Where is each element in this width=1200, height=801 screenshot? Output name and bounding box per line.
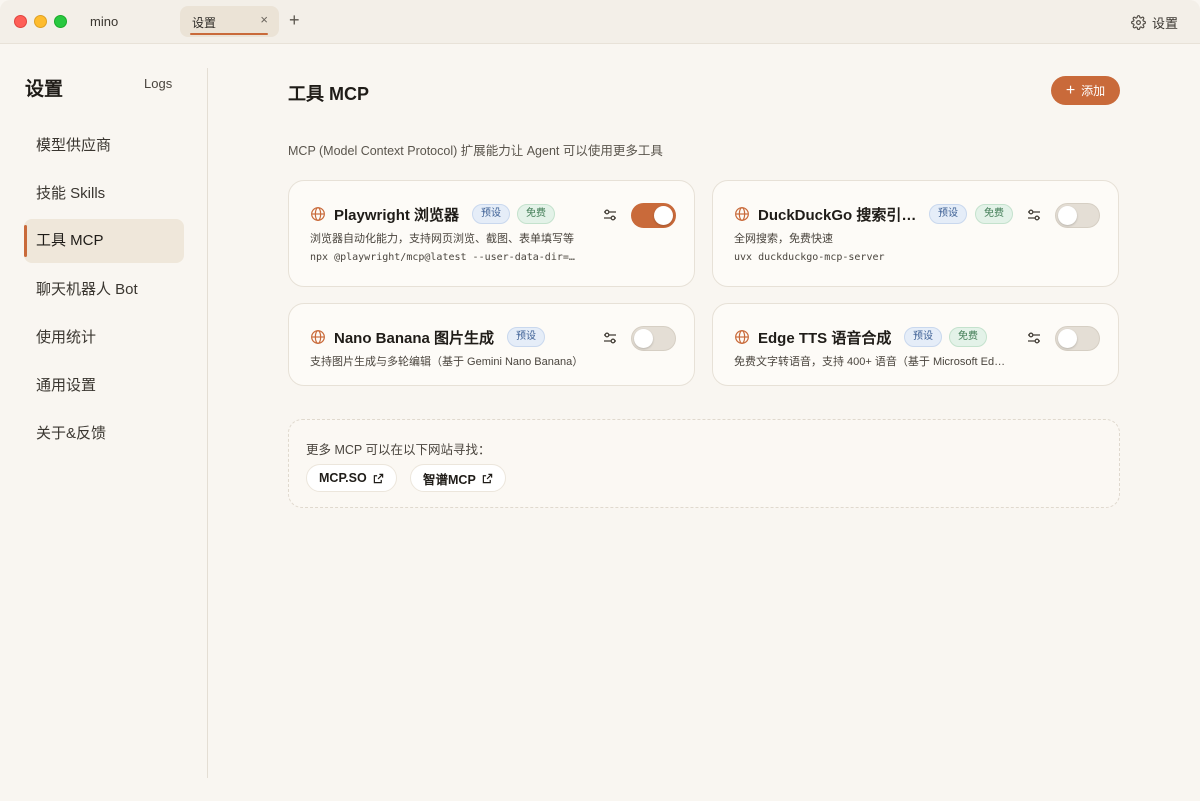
- globe-icon: [311, 330, 325, 344]
- mcp-card-edge-tts[interactable]: Edge TTS 语音合成 预设 免费 免费文字转语音，支持 400+ 语音（基…: [712, 303, 1119, 386]
- sliders-icon[interactable]: [602, 207, 618, 223]
- sidebar-item-skills[interactable]: 技能 Skills: [24, 172, 184, 216]
- tab-label: 设置: [192, 16, 217, 30]
- more-mcp-section: 更多 MCP 可以在以下网站寻找： MCP.SO 智谱MCP: [288, 419, 1120, 508]
- free-badge: 免费: [517, 204, 555, 224]
- sidebar-item-about-feedback[interactable]: 关于&反馈: [24, 412, 184, 456]
- enable-toggle[interactable]: [1055, 326, 1100, 351]
- toggle-knob: [1058, 329, 1077, 348]
- mcp-so-link[interactable]: MCP.SO: [306, 464, 397, 492]
- top-settings-label: 设置: [1151, 16, 1178, 31]
- preset-badge: 预设: [904, 327, 942, 347]
- card-description: 支持图片生成与多轮编辑（基于 Gemini Nano Banana）: [310, 356, 584, 368]
- preset-badge: 预设: [472, 204, 510, 224]
- preset-badge: 预设: [507, 327, 545, 347]
- card-description: 全网搜索，免费快速: [734, 233, 833, 245]
- sidebar: 设置 Logs 模型供应商 技能 Skills 工具 MCP 聊天机器人 Bot…: [0, 44, 208, 801]
- app-window: mino 设置 × + 设置 设置 Logs 模型供应商 技能 Skills 工…: [0, 0, 1200, 801]
- toggle-knob: [654, 206, 673, 225]
- sliders-icon[interactable]: [602, 330, 618, 346]
- link-label: 智谱MCP: [423, 472, 476, 487]
- minimize-window-button[interactable]: [34, 15, 47, 28]
- sidebar-item-model-providers[interactable]: 模型供应商: [24, 124, 184, 168]
- enable-toggle[interactable]: [631, 326, 676, 351]
- sidebar-item-usage-stats[interactable]: 使用统计: [24, 316, 184, 360]
- plus-icon: +: [1065, 81, 1076, 99]
- external-link-icon: [373, 473, 383, 483]
- card-command: npx @playwright/mcp@latest --user-data-d…: [310, 252, 575, 263]
- new-tab-button[interactable]: +: [289, 10, 300, 30]
- toggle-knob: [634, 329, 653, 348]
- preset-badge: 预设: [929, 204, 967, 224]
- sliders-icon[interactable]: [1026, 207, 1042, 223]
- mcp-card-playwright[interactable]: Playwright 浏览器 预设 免费 浏览器自动化能力，支持网页浏览、截图、…: [288, 180, 695, 287]
- sliders-icon[interactable]: [1026, 330, 1042, 346]
- more-mcp-label: 更多 MCP 可以在以下网站寻找：: [306, 443, 491, 457]
- external-link-icon: [482, 473, 493, 483]
- sidebar-item-chatbot[interactable]: 聊天机器人 Bot: [24, 268, 184, 312]
- globe-icon: [735, 330, 749, 344]
- card-title: Edge TTS 语音合成: [758, 330, 892, 347]
- tab-close-icon[interactable]: ×: [260, 12, 268, 27]
- sidebar-item-mcp-tools[interactable]: 工具 MCP: [24, 219, 184, 263]
- card-command: uvx duckduckgo-mcp-server: [734, 252, 885, 263]
- mcp-card-nano-banana[interactable]: Nano Banana 图片生成 预设 支持图片生成与多轮编辑（基于 Gemin…: [288, 303, 695, 386]
- close-window-button[interactable]: [14, 15, 27, 28]
- gear-icon: [1131, 15, 1146, 30]
- card-title: DuckDuckGo 搜索引…: [758, 207, 917, 224]
- app-name: mino: [90, 14, 119, 29]
- sidebar-item-general-settings[interactable]: 通用设置: [24, 364, 184, 408]
- maximize-window-button[interactable]: [54, 15, 67, 28]
- tab-settings[interactable]: 设置 ×: [180, 6, 279, 37]
- toggle-knob: [1058, 206, 1077, 225]
- logs-link[interactable]: Logs: [144, 76, 172, 91]
- page-title: 工具 MCP: [288, 84, 369, 104]
- sidebar-title: 设置: [25, 79, 64, 100]
- globe-icon: [735, 207, 749, 221]
- tab-active-indicator: [190, 33, 268, 35]
- card-title: Nano Banana 图片生成: [334, 330, 495, 347]
- mcp-card-duckduckgo[interactable]: DuckDuckGo 搜索引… 预设 免费 全网搜索，免费快速 uvx duck…: [712, 180, 1119, 287]
- title-bar: mino 设置 × + 设置: [0, 0, 1200, 44]
- enable-toggle[interactable]: [631, 203, 676, 228]
- sidebar-divider: [207, 68, 208, 778]
- globe-icon: [311, 207, 325, 221]
- add-button-label: 添加: [1081, 84, 1106, 98]
- free-badge: 免费: [949, 327, 987, 347]
- page-description: MCP (Model Context Protocol) 扩展能力让 Agent…: [288, 144, 663, 158]
- card-title: Playwright 浏览器: [334, 207, 460, 224]
- zhipu-mcp-link[interactable]: 智谱MCP: [410, 464, 506, 492]
- top-settings-button[interactable]: 设置: [1131, 13, 1178, 32]
- link-label: MCP.SO: [319, 471, 367, 485]
- enable-toggle[interactable]: [1055, 203, 1100, 228]
- card-description: 浏览器自动化能力，支持网页浏览、截图、表单填写等: [310, 233, 574, 245]
- card-description: 免费文字转语音，支持 400+ 语音（基于 Microsoft Ed…: [734, 356, 1006, 368]
- free-badge: 免费: [975, 204, 1013, 224]
- add-mcp-button[interactable]: + 添加: [1051, 76, 1120, 105]
